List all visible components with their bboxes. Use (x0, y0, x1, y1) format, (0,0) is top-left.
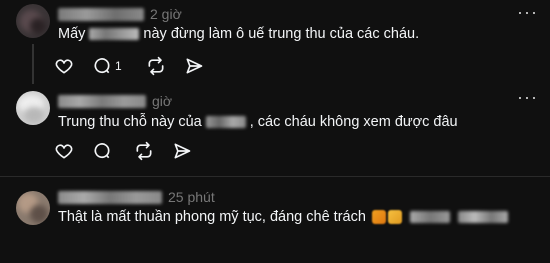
thread-line (32, 44, 34, 84)
avatar[interactable] (16, 4, 50, 38)
emoji-icon (387, 210, 402, 224)
reply-button[interactable]: 1 (92, 56, 146, 76)
more-horizontal-icon[interactable]: ··· (517, 2, 538, 23)
repost-button[interactable] (134, 141, 172, 161)
comment-text: Thật là mất thuần phong mỹ tục, đáng chê… (58, 209, 512, 225)
repost-icon (136, 141, 152, 161)
repost-button[interactable] (146, 56, 184, 76)
reply-button[interactable] (92, 141, 134, 161)
comment-icon (94, 58, 110, 74)
avatar[interactable] (16, 191, 50, 225)
action-bar (54, 141, 210, 161)
reply-count: 1 (115, 59, 122, 73)
comment-header: giờ (58, 93, 172, 109)
username[interactable] (58, 7, 144, 21)
repost-icon (148, 56, 164, 76)
redacted-text (205, 116, 246, 128)
timestamp: 2 giờ (150, 6, 182, 22)
like-button[interactable] (54, 56, 92, 76)
comment-text: Mấy này đừng làm ô uế trung thu của các … (58, 26, 420, 42)
avatar[interactable] (16, 91, 50, 125)
redacted-text (409, 211, 450, 223)
comment-header: 25 phút (58, 189, 215, 205)
action-bar: 1 (54, 56, 222, 76)
username[interactable] (58, 190, 162, 204)
emoji-icon (371, 210, 386, 224)
share-button[interactable] (184, 56, 222, 76)
heart-icon (55, 59, 73, 74)
comment-1: 2 giờ ··· Mấy này đừng làm ô uế trung th… (0, 0, 550, 85)
heart-icon (55, 144, 73, 159)
timestamp: 25 phút (168, 189, 215, 205)
comment-text: Trung thu chỗ này của , các cháu không x… (58, 114, 458, 130)
timestamp: giờ (152, 93, 173, 109)
comment-2: giờ ··· Trung thu chỗ này của , các cháu… (0, 85, 550, 175)
comment-header: 2 giờ (58, 6, 182, 22)
more-horizontal-icon[interactable]: ··· (517, 87, 538, 108)
share-button[interactable] (172, 141, 210, 161)
comment-icon (94, 143, 110, 159)
send-icon (174, 143, 191, 159)
send-icon (186, 58, 203, 74)
redacted-text (457, 211, 508, 223)
comment-3: 25 phút Thật là mất thuần phong mỹ tục, … (0, 177, 550, 263)
username[interactable] (58, 94, 146, 108)
like-button[interactable] (54, 141, 92, 161)
redacted-text (89, 28, 140, 40)
